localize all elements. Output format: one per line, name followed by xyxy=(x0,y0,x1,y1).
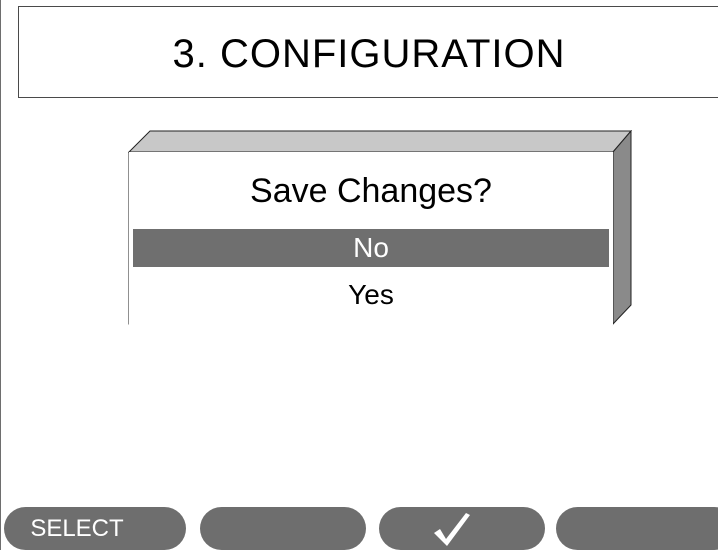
page-title: 3. CONFIGURATION xyxy=(172,32,566,76)
option-yes[interactable]: Yes xyxy=(133,276,609,314)
softkey-2[interactable] xyxy=(200,507,366,550)
page-header: 3. CONFIGURATION xyxy=(18,6,718,98)
select-softkey[interactable]: SELECT xyxy=(4,507,186,550)
checkmark-icon xyxy=(434,513,470,546)
softkey-bar: SELECT xyxy=(0,507,718,550)
screen-left-border xyxy=(0,0,1,550)
softkey-4[interactable] xyxy=(556,507,718,550)
dialog-body: Save Changes? No Yes xyxy=(129,152,613,325)
confirm-softkey[interactable] xyxy=(379,507,545,550)
dialog-title: Save Changes? xyxy=(250,172,492,210)
save-changes-dialog: Save Changes? No Yes xyxy=(128,130,632,326)
option-no[interactable]: No xyxy=(133,229,609,267)
